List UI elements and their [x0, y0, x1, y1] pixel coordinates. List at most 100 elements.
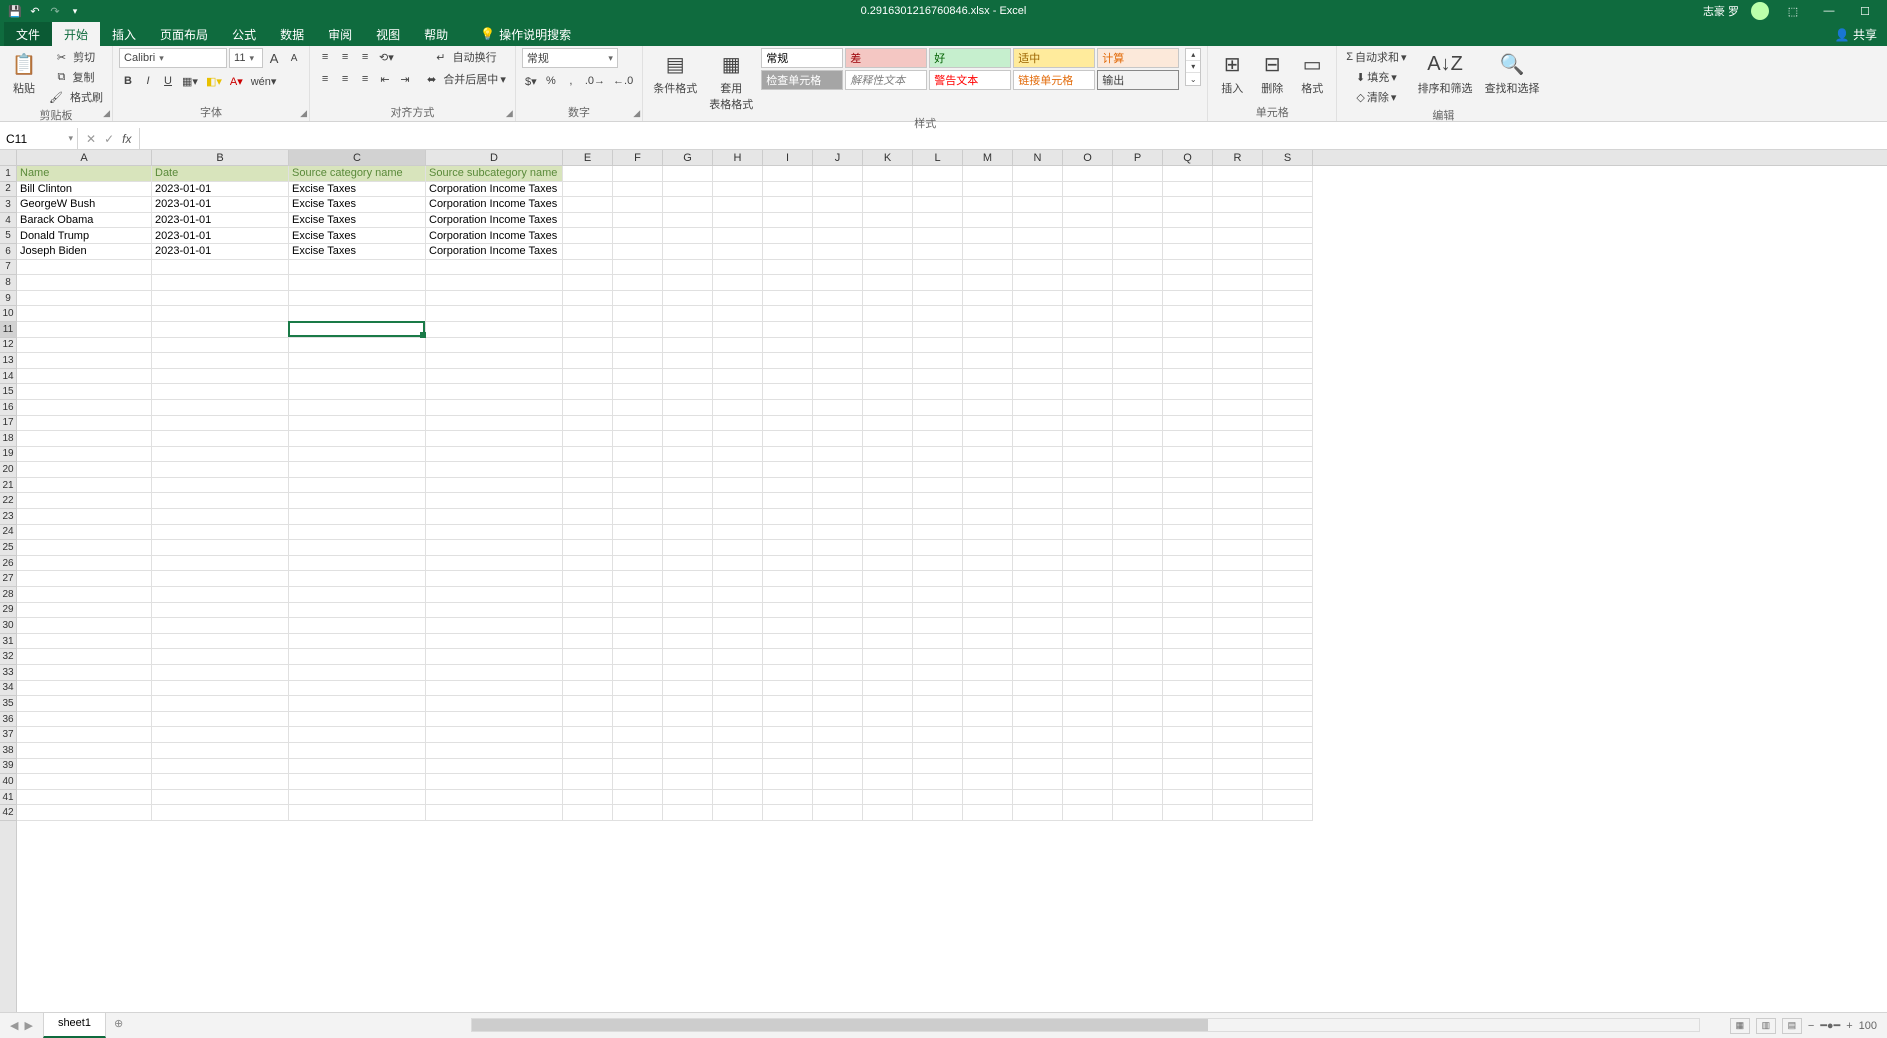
cell[interactable]: [713, 712, 763, 728]
cell[interactable]: [963, 681, 1013, 697]
cell[interactable]: [17, 369, 152, 385]
cell[interactable]: [763, 727, 813, 743]
cell[interactable]: [713, 665, 763, 681]
cell[interactable]: [289, 540, 426, 556]
cell[interactable]: [963, 260, 1013, 276]
cell[interactable]: [1113, 353, 1163, 369]
row-header-18[interactable]: 18: [0, 431, 16, 447]
cell[interactable]: [426, 759, 563, 775]
row-header-24[interactable]: 24: [0, 525, 16, 541]
cell[interactable]: [1213, 244, 1263, 260]
cell[interactable]: [1063, 291, 1113, 307]
cell[interactable]: [863, 759, 913, 775]
cell[interactable]: [663, 774, 713, 790]
cell[interactable]: [763, 790, 813, 806]
cell[interactable]: [1163, 759, 1213, 775]
format-painter-button[interactable]: 🖌 格式刷: [46, 88, 106, 106]
cell[interactable]: Name: [17, 166, 152, 182]
cell[interactable]: [913, 228, 963, 244]
cell[interactable]: [1013, 338, 1063, 354]
row-header-8[interactable]: 8: [0, 275, 16, 291]
cell[interactable]: [1013, 228, 1063, 244]
cell[interactable]: [1263, 665, 1313, 681]
cell[interactable]: [1163, 634, 1213, 650]
row-header-11[interactable]: 11: [0, 322, 16, 338]
tab-formulas[interactable]: 公式: [220, 22, 268, 46]
cell[interactable]: [613, 634, 663, 650]
decrease-font-button[interactable]: A: [285, 49, 303, 67]
cell[interactable]: [1263, 306, 1313, 322]
cell[interactable]: [663, 665, 713, 681]
cell[interactable]: [1063, 540, 1113, 556]
cell[interactable]: [913, 322, 963, 338]
cell[interactable]: [713, 166, 763, 182]
cell[interactable]: [1263, 260, 1313, 276]
cell[interactable]: [289, 416, 426, 432]
row-header-6[interactable]: 6: [0, 244, 16, 260]
cell[interactable]: [17, 291, 152, 307]
cell[interactable]: [1013, 447, 1063, 463]
cell[interactable]: [17, 353, 152, 369]
row-header-29[interactable]: 29: [0, 603, 16, 619]
cell[interactable]: [17, 338, 152, 354]
cell[interactable]: [426, 618, 563, 634]
cell[interactable]: [426, 790, 563, 806]
cell[interactable]: [813, 587, 863, 603]
cell[interactable]: [1213, 369, 1263, 385]
cell[interactable]: [613, 260, 663, 276]
cell[interactable]: [1213, 759, 1263, 775]
cell[interactable]: [613, 603, 663, 619]
cell[interactable]: [152, 369, 289, 385]
cell[interactable]: [763, 400, 813, 416]
cell[interactable]: [1263, 384, 1313, 400]
cell[interactable]: [426, 306, 563, 322]
tab-insert[interactable]: 插入: [100, 22, 148, 46]
cell[interactable]: [563, 275, 613, 291]
cell[interactable]: [813, 182, 863, 198]
cell[interactable]: [613, 540, 663, 556]
cell[interactable]: [963, 696, 1013, 712]
cell[interactable]: [1163, 681, 1213, 697]
cell[interactable]: [1113, 306, 1163, 322]
col-header-I[interactable]: I: [763, 150, 813, 165]
cell[interactable]: [663, 696, 713, 712]
cell[interactable]: [289, 462, 426, 478]
cell[interactable]: [563, 182, 613, 198]
cell[interactable]: [863, 322, 913, 338]
cell[interactable]: [1213, 634, 1263, 650]
cell[interactable]: [763, 166, 813, 182]
cell[interactable]: [1163, 556, 1213, 572]
cell[interactable]: [913, 540, 963, 556]
cell[interactable]: [1263, 166, 1313, 182]
cell[interactable]: [1063, 462, 1113, 478]
cell[interactable]: [426, 493, 563, 509]
cell[interactable]: [613, 790, 663, 806]
cell[interactable]: [289, 634, 426, 650]
cell[interactable]: [1063, 790, 1113, 806]
cell[interactable]: [963, 665, 1013, 681]
row-header-41[interactable]: 41: [0, 790, 16, 806]
delete-cells-button[interactable]: ⊟删除: [1254, 48, 1290, 98]
cell[interactable]: [913, 790, 963, 806]
cell[interactable]: [17, 634, 152, 650]
col-header-G[interactable]: G: [663, 150, 713, 165]
row-header-28[interactable]: 28: [0, 587, 16, 603]
cell[interactable]: [1063, 400, 1113, 416]
cell[interactable]: [1063, 618, 1113, 634]
col-header-D[interactable]: D: [426, 150, 563, 165]
cell[interactable]: [963, 416, 1013, 432]
fx-icon[interactable]: fx: [122, 132, 131, 146]
cell[interactable]: [563, 260, 613, 276]
cell[interactable]: [1263, 369, 1313, 385]
cell[interactable]: [863, 369, 913, 385]
fill-color-button[interactable]: ◧▾: [203, 72, 225, 90]
cell[interactable]: [863, 400, 913, 416]
cell[interactable]: [1113, 431, 1163, 447]
cancel-formula-icon[interactable]: ✕: [86, 132, 96, 146]
cell[interactable]: [152, 665, 289, 681]
cell[interactable]: [289, 306, 426, 322]
cell[interactable]: [1113, 649, 1163, 665]
cell[interactable]: [152, 712, 289, 728]
row-header-1[interactable]: 1: [0, 166, 16, 182]
cell[interactable]: [963, 291, 1013, 307]
